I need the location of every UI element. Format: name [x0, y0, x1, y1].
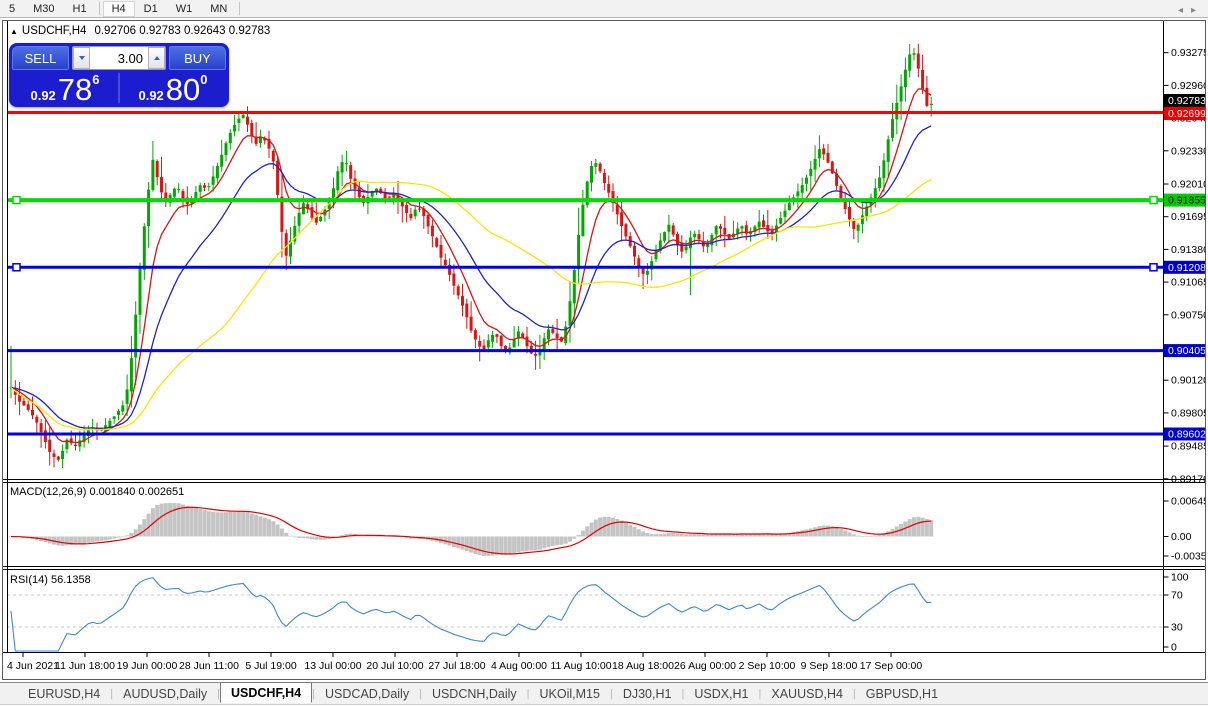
sell-price-pip: 6: [92, 72, 100, 87]
ma-line-8: [10, 88, 932, 444]
timeframe-button-h4[interactable]: H4: [102, 0, 135, 17]
toolbar-separator: [239, 2, 241, 15]
date-tick-label: 11 Aug 10:00: [550, 660, 611, 672]
date-tick-label: 28 Jun 11:00: [179, 660, 239, 672]
buy-price-digits: 80: [165, 72, 201, 107]
price-tick-label: 0.92010: [1171, 179, 1205, 191]
level-handle[interactable]: [1149, 195, 1158, 205]
triangle-down-icon: [78, 56, 85, 60]
date-tick-label: 4 Aug 00:00: [491, 660, 547, 672]
chart-tab-usdcnh-daily[interactable]: USDCNH,Daily: [422, 685, 527, 703]
timeframe-button-d1[interactable]: D1: [135, 1, 167, 17]
sell-price-digits: 78: [57, 72, 93, 107]
price-tick-label: 0.89485: [1171, 441, 1205, 453]
rsi-axis-label: 100: [1171, 572, 1189, 584]
price-box-label: 0.90405: [1168, 345, 1205, 357]
price-box-label: 0.92699: [1168, 108, 1205, 120]
rsi-axis-label: 30: [1171, 622, 1183, 634]
macd-axis-label: -0.003507: [1171, 551, 1205, 563]
price-box-label: 0.92783: [1168, 95, 1205, 107]
pane-borders: [3, 21, 1205, 653]
date-tick-label: 5 Jul 19:00: [245, 660, 297, 672]
sell-button[interactable]: SELL: [12, 46, 69, 70]
price-tick-label: 0.92960: [1171, 80, 1205, 92]
date-tick-label: 17 Sep 00:00: [860, 660, 923, 672]
chart-tab-audusd-daily[interactable]: AUDUSD,Daily: [113, 685, 217, 703]
timeframe-button-5[interactable]: 5: [0, 1, 24, 17]
chart-tab-dj30-h1[interactable]: DJ30,H1: [613, 685, 682, 703]
tab-scroll-arrows[interactable]: ◂▸: [1178, 5, 1204, 16]
macd-axis-label: 0.006451: [1171, 496, 1205, 508]
price-tick-label: 0.93275: [1171, 47, 1205, 59]
scroll-left-icon[interactable]: ◂: [1178, 5, 1191, 16]
date-tick-label: 9 Sep 18:00: [801, 660, 858, 672]
buy-price-prefix: 0.92: [138, 88, 164, 103]
price-tick-label: 0.92330: [1171, 145, 1205, 157]
chart-tab-usdx-h1[interactable]: USDX,H1: [684, 685, 758, 703]
date-tick-label: 11 Jun 18:00: [55, 660, 115, 672]
volume-decrease-button[interactable]: [73, 47, 90, 69]
level-handle[interactable]: [1149, 263, 1158, 272]
price-tick-label: 0.89805: [1171, 407, 1205, 419]
date-tick-label: 19 Jun 00:00: [117, 660, 178, 672]
price-tick-label: 0.91380: [1171, 244, 1205, 256]
chart-canvas[interactable]: 0.932750.929600.926450.923300.920100.916…: [3, 21, 1205, 679]
date-tick-label: 18 Aug 18:00: [612, 660, 674, 672]
scroll-right-icon[interactable]: ▸: [1191, 5, 1204, 16]
price-tick-label: 0.91065: [1171, 277, 1205, 289]
chart-tab-bar: EURUSD,H4 | AUDUSD,Daily | USDCHF,H4 | USDCAD,…: [0, 682, 1208, 705]
moving-averages-layer: [10, 88, 932, 444]
macd-pane: [9, 503, 934, 556]
volume-stepper: [72, 46, 166, 70]
chart-tab-eurusd-h4[interactable]: EURUSD,H4: [18, 685, 110, 703]
level-handle[interactable]: [12, 195, 21, 205]
sell-price-prefix: 0.92: [30, 88, 56, 103]
macd-axis-label: 0.00: [1171, 531, 1192, 543]
date-tick-label: 2 Sep 10:00: [739, 660, 796, 672]
chart-tab-usdchf-h4[interactable]: USDCHF,H4: [220, 682, 313, 703]
volume-input[interactable]: [90, 47, 148, 69]
rsi-line: [10, 577, 932, 652]
one-click-trading-panel: SELL BUY 0.92 78 6 0.92 80: [9, 43, 229, 107]
price-tick-label: 0.90120: [1171, 375, 1205, 387]
price-tick-label: 0.90750: [1171, 309, 1205, 321]
date-tick-label: 26 Aug 00:00: [674, 660, 736, 672]
price-box-label: 0.91855: [1168, 195, 1205, 207]
price-box-label: 0.89602: [1168, 429, 1205, 441]
buy-price-pip: 0: [200, 72, 208, 87]
date-tick-label: 27 Jul 18:00: [428, 660, 485, 672]
indicator-axes: 0.006451 0.00 -0.003507 100 70 30 0: [1163, 496, 1205, 654]
date-axis: 4 Jun 202111 Jun 18:00 19 Jun 00:00 28 Jun…: [7, 653, 922, 672]
triangle-up-icon: [153, 56, 160, 60]
buy-price[interactable]: 0.92 80 0: [120, 71, 226, 105]
timeframe-button-m30[interactable]: M30: [24, 1, 63, 17]
rsi-axis-label: 0: [1171, 642, 1177, 654]
date-tick-label: 20 Jul 10:00: [366, 660, 423, 672]
timeframe-button-w1[interactable]: W1: [167, 1, 202, 17]
price-tick-label: 0.91695: [1171, 211, 1205, 223]
volume-increase-button[interactable]: [148, 47, 165, 69]
chart-tab-ukoil-m15[interactable]: UKOil,M15: [530, 685, 610, 703]
timeframe-button-mn[interactable]: MN: [201, 1, 236, 17]
price-tick-label: 0.89170: [1171, 473, 1205, 485]
chart-window[interactable]: 0.932750.929600.926450.923300.920100.916…: [2, 20, 1206, 680]
price-axis: 0.932750.929600.926450.923300.920100.916…: [1163, 47, 1205, 485]
date-tick-label: 13 Jul 00:00: [304, 660, 361, 672]
date-tick-label: 4 Jun 2021: [7, 660, 59, 672]
level-handle[interactable]: [12, 263, 21, 272]
sell-price[interactable]: 0.92 78 6: [12, 71, 118, 105]
chart-tab-gbpusd-h1[interactable]: GBPUSD,H1: [856, 685, 948, 703]
chart-tab-xauusd-h4[interactable]: XAUUSD,H4: [761, 685, 853, 703]
timeframe-toolbar: 5 M30 H1 H4 D1 W1 MN: [0, 0, 1208, 18]
toolbar-separator: [98, 2, 100, 15]
chart-tab-usdcad-daily[interactable]: USDCAD,Daily: [315, 685, 419, 703]
timeframe-button-h1[interactable]: H1: [64, 1, 96, 17]
buy-button[interactable]: BUY: [169, 46, 226, 70]
price-box-label: 0.91208: [1168, 262, 1205, 274]
rsi-pane: [7, 577, 1164, 652]
ma-line-21: [10, 125, 932, 429]
rsi-axis-label: 70: [1171, 590, 1183, 602]
